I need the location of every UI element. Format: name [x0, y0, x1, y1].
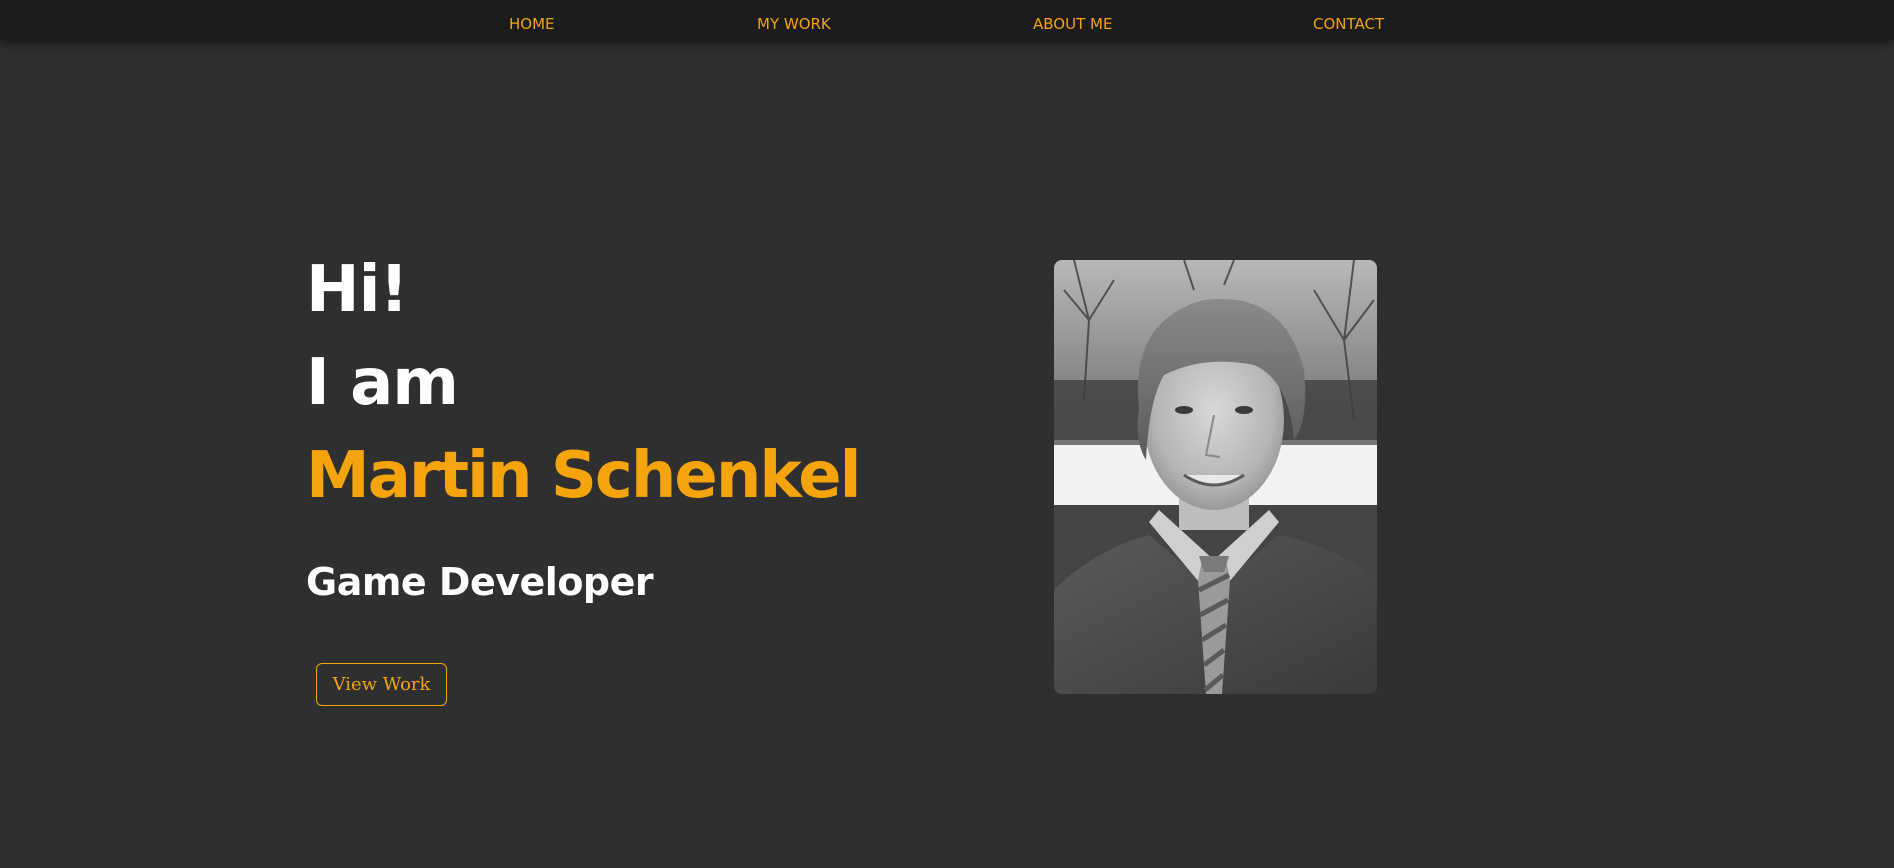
developer-role: Game Developer: [306, 560, 654, 604]
developer-name: Martin Schenkel: [306, 439, 862, 513]
greeting-hi: Hi!: [306, 253, 409, 327]
nav-contact-link[interactable]: CONTACT: [1313, 0, 1384, 40]
nav-my-work-link[interactable]: MY WORK: [757, 0, 831, 40]
view-work-button[interactable]: View Work: [316, 663, 447, 706]
greeting-i-am: I am: [306, 346, 459, 420]
nav-home-link[interactable]: HOME: [509, 0, 555, 40]
nav-about-me-link[interactable]: ABOUT ME: [1033, 0, 1112, 40]
top-navbar: HOME MY WORK ABOUT ME CONTACT: [0, 0, 1894, 40]
portrait-photo: [1054, 260, 1377, 694]
